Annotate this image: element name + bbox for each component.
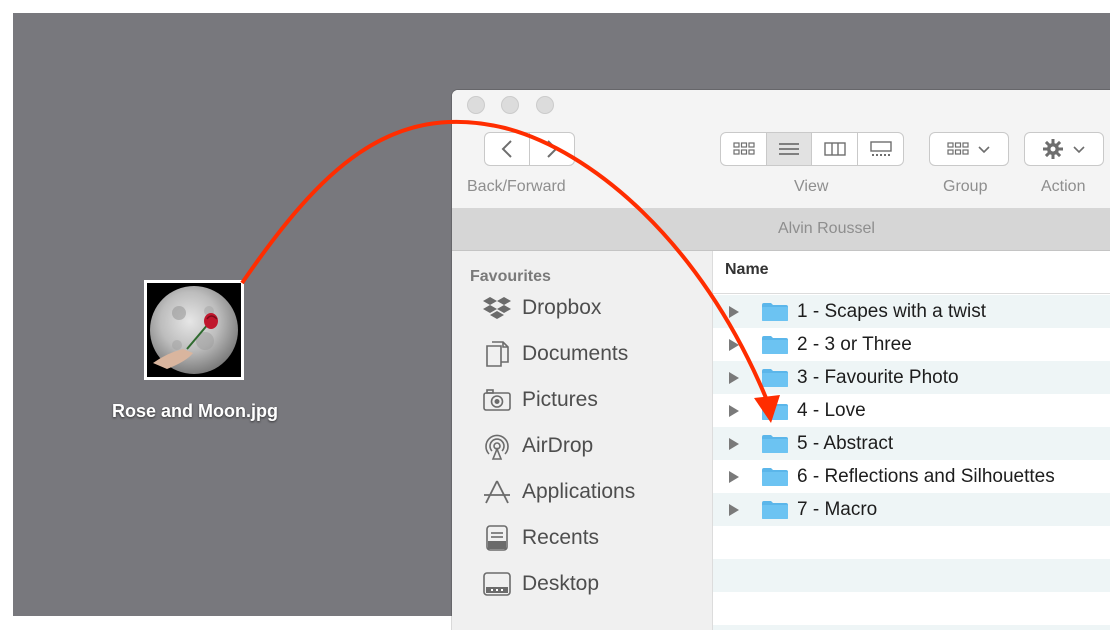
list-item[interactable]: 2 - 3 or Three	[713, 328, 1110, 361]
folder-name: 5 - Abstract	[797, 432, 894, 454]
finder-window: Back/Forward View Group Action Alvin Rou…	[452, 90, 1110, 630]
empty-row	[713, 592, 1110, 625]
folder-icon	[761, 335, 789, 355]
folder-icon	[761, 500, 789, 520]
documents-icon	[480, 339, 514, 369]
disclosure-triangle-icon[interactable]	[729, 470, 739, 483]
disclosure-triangle-icon[interactable]	[729, 503, 739, 516]
sidebar-heading: Favourites	[470, 268, 551, 285]
chevron-right-icon	[547, 140, 558, 158]
sidebar-item-label: AirDrop	[522, 434, 594, 457]
sidebar-item-dropbox[interactable]: Dropbox	[480, 291, 601, 325]
image-file-icon[interactable]	[144, 280, 244, 380]
folder-icon	[761, 434, 789, 454]
folder-name: 3 - Favourite Photo	[797, 366, 959, 388]
sidebar: Favourites Dropbox Documents Pictures Ai…	[452, 251, 713, 630]
dropbox-icon	[480, 293, 514, 323]
list-item[interactable]: 6 - Reflections and Silhouettes	[713, 460, 1110, 493]
name-column-header[interactable]: Name	[725, 261, 769, 279]
desktop-icon	[480, 569, 514, 599]
sidebar-item-label: Desktop	[522, 572, 600, 595]
gallery-view-button[interactable]	[857, 132, 904, 166]
disclosure-triangle-icon[interactable]	[729, 437, 739, 450]
view-label: View	[794, 178, 829, 195]
forward-button[interactable]	[529, 132, 575, 166]
minimize-button[interactable]	[501, 96, 519, 114]
disclosure-triangle-icon[interactable]	[729, 404, 739, 417]
chevron-down-icon	[1073, 146, 1085, 154]
recents-icon	[480, 523, 514, 553]
icon-view-icon	[732, 142, 755, 155]
sidebar-item-desktop[interactable]: Desktop	[480, 567, 599, 601]
gear-icon	[1043, 139, 1063, 159]
list-item[interactable]: 4 - Love	[713, 394, 1110, 427]
empty-row	[713, 526, 1110, 559]
list-header: Name	[713, 251, 1110, 294]
toolbar: Back/Forward View Group Action	[452, 90, 1110, 209]
zoom-button[interactable]	[536, 96, 554, 114]
list-item[interactable]: 3 - Favourite Photo	[713, 361, 1110, 394]
sidebar-item-label: Dropbox	[522, 296, 602, 319]
disclosure-triangle-icon[interactable]	[729, 371, 739, 384]
sidebar-item-label: Applications	[522, 480, 636, 503]
folder-name: 1 - Scapes with a twist	[797, 300, 987, 322]
sidebar-item-pictures[interactable]: Pictures	[480, 383, 598, 417]
list-view-button[interactable]	[766, 132, 812, 166]
group-button[interactable]	[929, 132, 1009, 166]
folder-icon	[761, 401, 789, 421]
folder-name: 4 - Love	[797, 399, 866, 421]
disclosure-triangle-icon[interactable]	[729, 305, 739, 318]
icon-view-button[interactable]	[720, 132, 767, 166]
window-title: Alvin Roussel	[778, 220, 875, 237]
empty-row	[713, 625, 1110, 630]
folder-name: 6 - Reflections and Silhouettes	[797, 465, 1055, 487]
sidebar-item-applications[interactable]: Applications	[480, 475, 635, 509]
back-button[interactable]	[484, 132, 530, 166]
window-title-bar: Alvin Roussel	[452, 208, 1110, 251]
action-button[interactable]	[1024, 132, 1104, 166]
sidebar-item-airdrop[interactable]: AirDrop	[480, 429, 593, 463]
chevron-left-icon	[501, 140, 512, 158]
chevron-down-icon	[978, 146, 990, 154]
column-view-icon	[823, 142, 846, 156]
group-label: Group	[943, 178, 988, 195]
folder-icon	[761, 368, 789, 388]
sidebar-item-documents[interactable]: Documents	[480, 337, 628, 371]
sidebar-item-label: Pictures	[522, 388, 598, 411]
close-button[interactable]	[467, 96, 485, 114]
back-forward-label: Back/Forward	[467, 178, 566, 195]
list-item[interactable]: 7 - Macro	[713, 493, 1110, 526]
list-view-icon	[779, 143, 799, 155]
file-list: Name 1 - Scapes with a twist 2 - 3 or Th…	[713, 251, 1110, 630]
airdrop-icon	[480, 431, 514, 461]
empty-row	[713, 559, 1110, 592]
sidebar-item-label: Documents	[522, 342, 629, 365]
folder-icon	[761, 467, 789, 487]
list-item[interactable]: 5 - Abstract	[713, 427, 1110, 460]
camera-icon	[480, 385, 514, 415]
action-label: Action	[1041, 178, 1086, 195]
folder-name: 2 - 3 or Three	[797, 333, 912, 355]
applications-icon	[480, 477, 514, 507]
file-name-label: Rose and Moon.jpg	[112, 401, 278, 421]
sidebar-item-label: Recents	[522, 526, 600, 549]
disclosure-triangle-icon[interactable]	[729, 338, 739, 351]
group-icon	[947, 142, 969, 155]
sidebar-item-recents[interactable]: Recents	[480, 521, 599, 555]
rose-moon-thumbnail	[147, 283, 241, 377]
folder-name: 7 - Macro	[797, 498, 878, 520]
column-view-button[interactable]	[811, 132, 858, 166]
gallery-view-icon	[869, 141, 892, 156]
list-item[interactable]: 1 - Scapes with a twist	[713, 295, 1110, 328]
folder-icon	[761, 302, 789, 322]
